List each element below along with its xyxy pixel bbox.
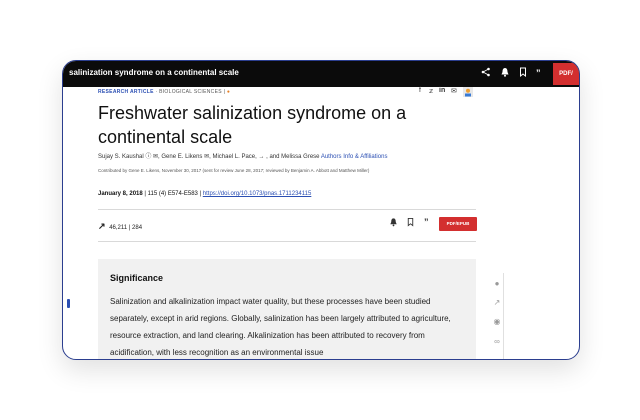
email-icon[interactable]: ✉ [451,87,457,95]
author-list: Sujay S. Kaushal ⓘ ✉, Gene E. Likens ✉, … [98,151,478,160]
sticky-title: salinization syndrome on a continental s… [69,68,239,77]
publication-date: January 8, 2018 [98,191,143,197]
share-icon[interactable] [481,67,491,80]
issue-info: 115 (4) E574-E583 [147,191,198,197]
edited-by-text: Contributed by Gene E. Likens, November … [98,168,370,173]
article-title: Freshwater salinization syndrome on a co… [98,103,407,147]
article-metrics[interactable]: ↗ 46,211 | 284 [98,221,142,232]
user-avatar-icon[interactable] [463,87,473,99]
significance-heading: Significance [110,273,164,283]
quote-icon[interactable]: ” [536,67,541,79]
doi-link[interactable]: https://doi.org/10.1073/pnas.1711234115 [203,191,312,197]
significance-text: Salinization and alkalinization impact w… [110,297,451,357]
authors-info-link[interactable]: Authors Info & Affiliations [321,154,388,160]
pdf-epub-button[interactable]: PDF/EPUB [439,217,477,231]
significance-box: Significance Salinization and alkaliniza… [98,259,476,359]
citations-count: 284 [132,225,143,231]
save-bookmark-icon[interactable] [406,217,415,229]
kicker-pipe: | [223,89,226,95]
sticky-header: salinization syndrome on a continental s… [63,61,579,87]
pdf-button[interactable]: PDF/ [553,63,579,85]
link-icon[interactable]: ∞ [490,337,504,346]
facebook-icon[interactable]: f [419,87,421,94]
eye-icon[interactable]: ◉ [490,317,504,326]
divider-top [98,209,476,210]
views-count: 46,211 [109,225,128,231]
cite-quote-icon[interactable]: ” [424,217,429,227]
authors-text[interactable]: Sujay S. Kaushal ⓘ ✉, Gene E. Likens ✉, … [98,154,320,160]
article-section[interactable]: BIOLOGICAL SCIENCES [159,89,222,95]
linkedin-icon[interactable]: in [439,87,445,94]
scroll-indicator[interactable] [67,299,70,308]
trending-icon: ↗ [98,221,106,231]
trend-rail-icon[interactable]: ↗ [490,298,504,307]
article-type[interactable]: RESEARCH ARTICLE [98,89,154,95]
info-icon[interactable]: ● [490,279,504,288]
bell-icon[interactable] [500,67,510,80]
divider-bottom [98,241,476,242]
bookmark-icon[interactable] [518,67,528,80]
publication-line: January 8, 2018 | 115 (4) E574-E583 | ht… [98,191,311,197]
open-access-icon: ● [226,89,231,95]
article-kicker: RESEARCH ARTICLE · BIOLOGICAL SCIENCES |… [98,89,230,95]
alert-bell-icon[interactable] [389,217,398,229]
browser-frame: salinization syndrome on a continental s… [62,60,580,360]
twitter-icon[interactable]: 𝕫 [429,87,433,95]
